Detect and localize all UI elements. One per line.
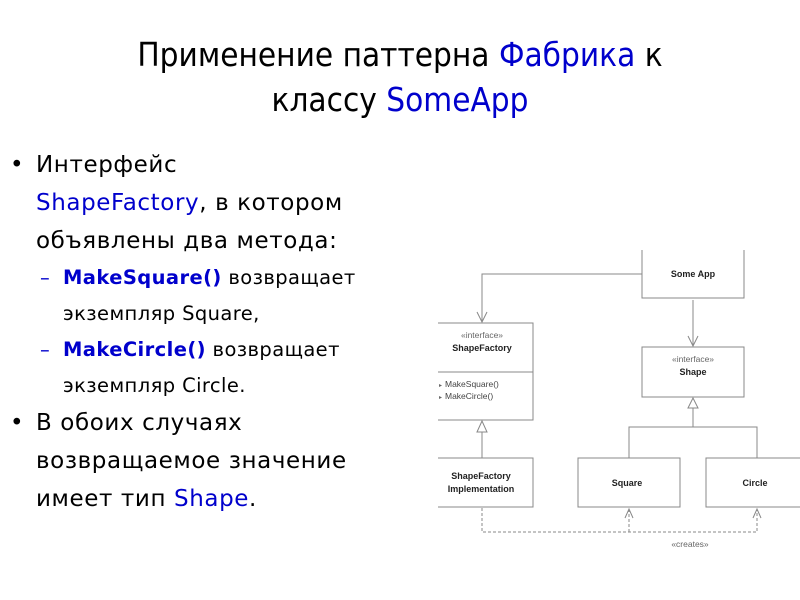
triangle-arrowhead-icon (476, 419, 488, 433)
op-makesquare: MakeSquare() (445, 379, 499, 389)
impl-box (438, 457, 534, 508)
op-makecircle: MakeCircle() (445, 391, 493, 401)
someapp-label: Some App (671, 269, 716, 279)
creates-dependency (481, 508, 758, 533)
shape-label: Shape (679, 367, 706, 377)
shapefactory-stereotype: «interface» (461, 330, 503, 340)
creates-label: «creates» (671, 539, 709, 549)
impl-label-2: Implementation (448, 484, 515, 494)
circle-label: Circle (742, 478, 767, 488)
shapefactory-label: ShapeFactory (452, 343, 512, 353)
op-bullet-icon: ▸ (439, 395, 442, 401)
uml-diagram: Some App «interface» ShapeFactory MakeSq… (438, 250, 800, 549)
square-label: Square (612, 478, 643, 488)
assoc-someapp-factory (481, 273, 642, 322)
op-bullet-icon: ▸ (439, 383, 442, 389)
triangle-arrowhead-icon (687, 396, 699, 409)
realize-shapes-shape (628, 408, 758, 458)
impl-label-1: ShapeFactory (451, 471, 511, 481)
shape-stereotype: «interface» (672, 354, 714, 364)
